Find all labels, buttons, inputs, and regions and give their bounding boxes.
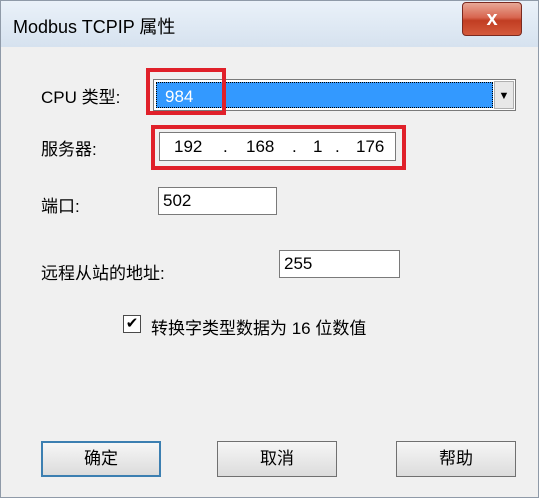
chevron-down-icon[interactable]: ▼	[494, 81, 514, 109]
convert-checkbox-label[interactable]: 转换字类型数据为 16 位数值	[151, 314, 366, 339]
remote-station-input[interactable]: 255	[279, 250, 400, 278]
close-button[interactable]: x	[462, 2, 522, 36]
convert-checkbox[interactable]: ✔	[123, 315, 141, 333]
properties-dialog: Modbus TCPIP 属性 x CPU 类型: 984 ▼ 服务器: 192…	[0, 0, 539, 498]
cpu-type-highlight	[146, 68, 226, 115]
help-button[interactable]: 帮助	[396, 441, 516, 477]
window-title: Modbus TCPIP 属性	[13, 17, 176, 37]
remote-station-value: 255	[284, 254, 313, 273]
server-ip-highlight	[151, 125, 406, 170]
server-label: 服务器:	[41, 140, 97, 159]
port-input[interactable]: 502	[158, 187, 277, 215]
ok-button[interactable]: 确定	[41, 441, 161, 477]
close-icon: x	[486, 8, 498, 30]
cpu-type-label: CPU 类型:	[41, 88, 121, 107]
cancel-button[interactable]: 取消	[217, 441, 337, 477]
remote-station-label: 远程从站的地址:	[41, 264, 165, 283]
port-label: 端口:	[41, 197, 80, 216]
port-value: 502	[163, 191, 192, 210]
title-bar: Modbus TCPIP 属性 x	[1, 1, 538, 47]
